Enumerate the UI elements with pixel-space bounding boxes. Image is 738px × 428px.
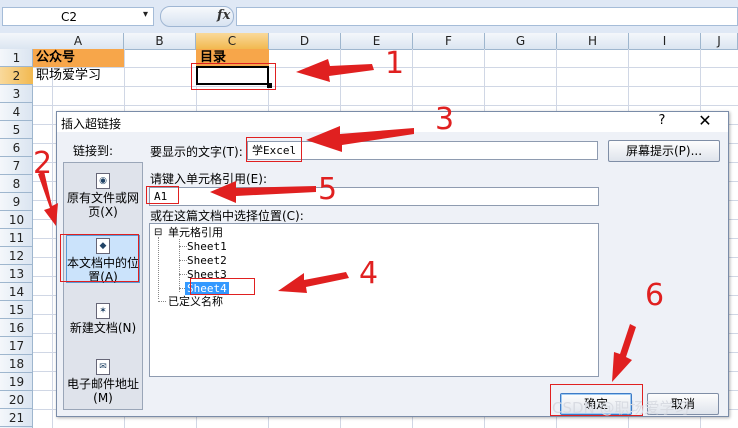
arrow-4 (278, 272, 349, 293)
arrow-1 (296, 59, 374, 82)
watermark: CSDN @职场爱学习 (552, 399, 690, 417)
annotation-arrows (38, 59, 636, 382)
arrow-3 (306, 126, 414, 152)
annotation-number-1: 1 (385, 46, 405, 81)
annotation-number-4: 4 (359, 256, 379, 291)
annotation-number-5: 5 (318, 172, 338, 207)
annotation-number-2: 2 (33, 146, 53, 181)
annotation-number-6: 6 (645, 278, 665, 313)
annotation-number-3: 3 (435, 102, 455, 137)
arrow-6 (612, 324, 636, 382)
arrow-5 (210, 181, 316, 203)
